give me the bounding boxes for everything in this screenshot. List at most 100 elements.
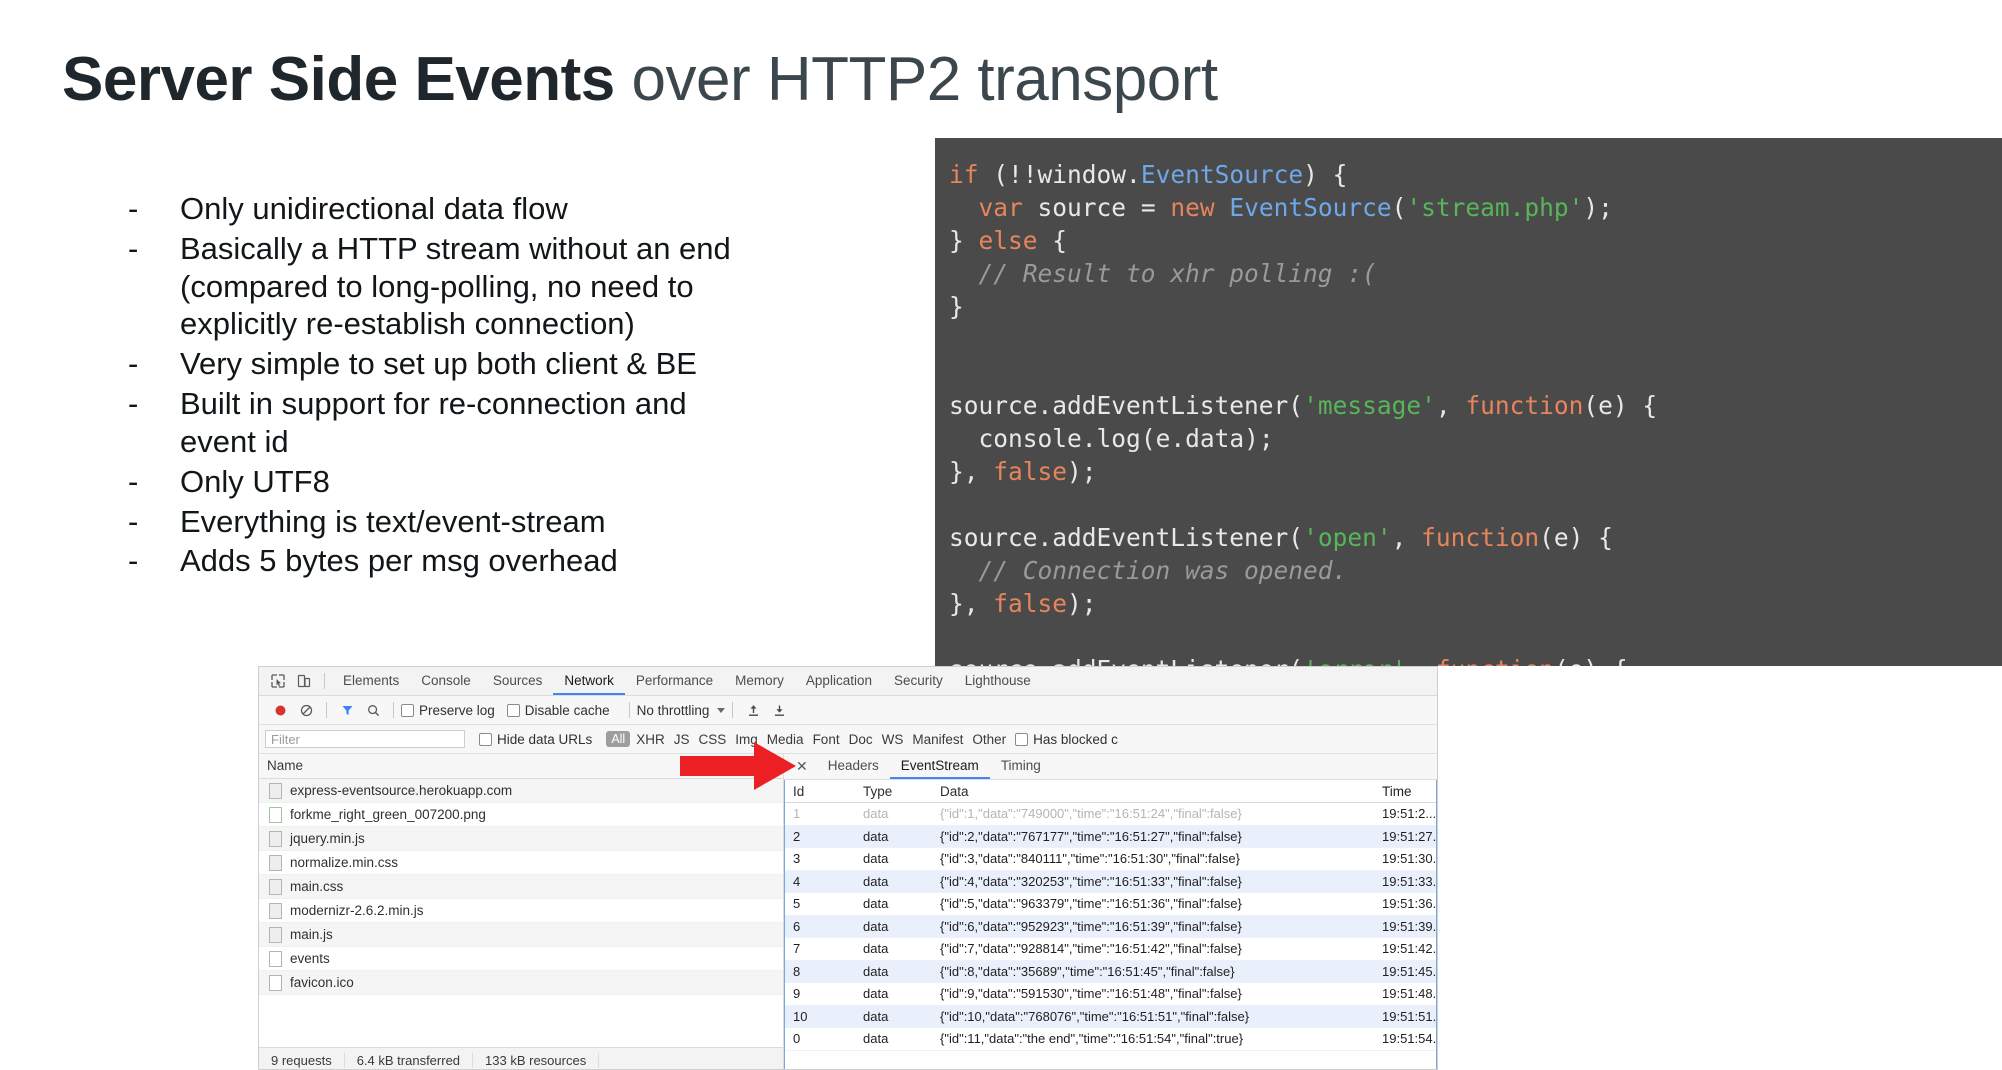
filter-type-js[interactable]: JS [674,732,690,747]
request-name-column-header: Name [259,754,783,779]
devtools-tab-performance[interactable]: Performance [625,667,724,695]
event-stream-cell-type: data [863,851,889,867]
request-row[interactable]: favicon.ico [259,971,783,995]
has-blocked-cookies-checkbox[interactable]: Has blocked c [1015,732,1118,747]
devtools-tab-lighthouse[interactable]: Lighthouse [954,667,1042,695]
col-header-data[interactable]: Data [932,784,1374,799]
col-header-time[interactable]: Time [1374,784,1436,799]
bullet-item: - Everything is text/event-stream [128,503,888,541]
detail-tab-timing[interactable]: Timing [990,754,1052,779]
event-stream-cell-type: data [863,1008,889,1024]
request-row[interactable]: normalize.min.css [259,851,783,875]
filter-type-other[interactable]: Other [972,732,1006,747]
script-icon [269,830,282,847]
request-name: main.js [290,927,333,942]
detail-tab-headers[interactable]: Headers [817,754,890,779]
request-row[interactable]: jquery.min.js [259,827,783,851]
devtools-tab-sources[interactable]: Sources [482,667,554,695]
event-stream-cell-time: 19:51:33.. [1382,873,1436,889]
record-icon[interactable] [269,700,291,720]
filter-type-font[interactable]: Font [813,732,840,747]
request-row[interactable]: express-eventsource.herokuapp.com [259,779,783,803]
event-stream-cell-time: 19:51:2... [1382,806,1436,822]
script-icon [269,926,282,943]
event-stream-cell-data: {"id":9,"data":"591530","time":"16:51:48… [940,986,1242,1002]
network-filter-bar: Filter Hide data URLs All XHR JS CSS Img Med… [259,725,1437,754]
filter-type-ws[interactable]: WS [882,732,904,747]
devtools-tab-memory[interactable]: Memory [724,667,795,695]
filter-type-media[interactable]: Media [767,732,804,747]
event-stream-row[interactable]: 5 data {"id":5,"data":"963379","time":"16:… [785,893,1436,916]
event-stream-row[interactable]: 8 data {"id":8,"data":"35689","time":"16:5… [785,960,1436,983]
request-row[interactable]: forkme_right_green_007200.png [259,803,783,827]
bullet-marker: - [128,386,139,422]
event-stream-cell-id: 10 [793,1008,808,1024]
bullet-text: Built in support for re-connection and e… [180,386,687,459]
bullet-marker: - [128,463,139,499]
toolbar-divider [324,673,325,689]
preserve-log-checkbox[interactable]: Preserve log [401,703,495,718]
event-stream-cell-id: 2 [793,828,801,844]
filter-icon[interactable] [336,700,358,720]
devtools-screenshot: Elements Console Sources Network Performance… [258,666,1438,1070]
hide-data-urls-checkbox[interactable]: Hide data URLs [479,732,592,747]
devtools-tab-elements[interactable]: Elements [332,667,410,695]
event-stream-row[interactable]: 1 data {"id":1,"data":"749000","time":"16:… [785,803,1436,826]
toolbar-divider-5 [732,702,734,718]
toolbar-divider-3 [393,702,394,718]
event-stream-row[interactable]: 9 data {"id":9,"data":"591530","time":"16:… [785,983,1436,1006]
filter-type-img[interactable]: Img [735,732,758,747]
request-name: forkme_right_green_007200.png [290,807,486,822]
inspect-element-icon[interactable] [267,671,289,691]
checkbox-box [401,703,414,717]
event-stream-cell-type: data [863,963,889,979]
event-stream-row[interactable]: 6 data {"id":6,"data":"952923","time":"16:… [785,915,1436,938]
event-stream-cell-type: data [863,1031,889,1047]
event-stream-grid: Id Type Data Time 1 data {"id":1,"data":"7… [784,780,1437,1069]
devtools-tab-network[interactable]: Network [553,667,625,695]
event-stream-row[interactable]: 7 data {"id":7,"data":"928814","time":"16:… [785,938,1436,961]
page-title-light: over HTTP2 transport [614,45,1218,114]
import-har-icon[interactable] [742,700,764,720]
plain-icon [269,974,282,991]
device-toolbar-icon[interactable] [293,671,315,691]
devtools-tab-console[interactable]: Console [410,667,482,695]
disable-cache-checkbox[interactable]: Disable cache [506,703,610,718]
request-name: normalize.min.css [290,855,399,870]
event-stream-row[interactable]: 2 data {"id":2,"data":"767177","time":"16:… [785,825,1436,848]
col-header-type[interactable]: Type [855,784,932,799]
request-row[interactable]: modernizr-2.6.2.min.js [259,899,783,923]
bullet-item: - Built in support for re-connection and … [128,385,888,461]
search-icon[interactable] [362,700,384,720]
event-stream-row[interactable]: 3 data {"id":3,"data":"840111","time":"16:… [785,848,1436,871]
devtools-tab-security[interactable]: Security [883,667,954,695]
request-row[interactable]: main.css [259,875,783,899]
detail-tab-eventstream[interactable]: EventStream [889,754,990,779]
event-stream-row[interactable]: 0 data {"id":11,"data":"the end","time":"1… [785,1028,1436,1051]
col-header-id[interactable]: Id [785,784,855,799]
bullet-text: Everything is text/event-stream [180,503,606,539]
request-row[interactable]: main.js [259,923,783,947]
export-har-icon[interactable] [768,700,790,720]
clear-icon[interactable] [295,700,317,720]
bullet-marker: - [128,230,139,266]
requests-count: 9 requests [259,1052,345,1068]
filter-type-xhr[interactable]: XHR [636,732,665,747]
devtools-tab-application[interactable]: Application [795,667,883,695]
event-stream-cell-id: 3 [793,851,801,867]
bullet-text: Only UTF8 [180,463,330,499]
event-stream-cell-data: {"id":6,"data":"952923","time":"16:51:39… [940,918,1242,934]
event-stream-cell-id: 6 [793,918,801,934]
throttling-select[interactable]: No throttling [637,703,726,718]
request-row[interactable]: events [259,947,783,971]
event-stream-row[interactable]: 10 data {"id":10,"data":"768076","time":"1… [785,1005,1436,1028]
filter-type-manifest[interactable]: Manifest [912,732,963,747]
close-icon[interactable]: ✕ [790,758,817,775]
event-stream-row[interactable]: 4 data {"id":4,"data":"320253","time":"16:… [785,870,1436,893]
filter-type-all[interactable]: All [606,731,631,747]
event-stream-cell-time: 19:51:27.. [1382,828,1436,844]
filter-input[interactable]: Filter [265,730,465,748]
filter-type-doc[interactable]: Doc [849,732,873,747]
filter-type-css[interactable]: CSS [699,732,727,747]
devtools-tabbar: Elements Console Sources Network Performance… [259,667,1437,696]
